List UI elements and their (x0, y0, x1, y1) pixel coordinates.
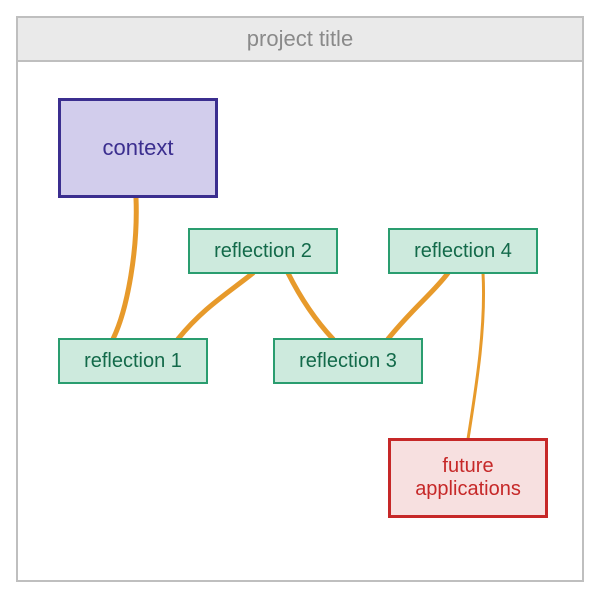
node-reflection-4-label: reflection 4 (414, 240, 512, 263)
node-reflection-2-label: reflection 2 (214, 240, 312, 263)
connector-context-r1 (113, 198, 136, 339)
node-context-label: context (103, 135, 174, 160)
node-future-label: future applications (399, 455, 537, 501)
node-reflection-2: reflection 2 (188, 228, 338, 274)
diagram-frame: project title context reflection 2 refle… (16, 16, 584, 582)
node-reflection-3: reflection 3 (273, 338, 423, 384)
node-context: context (58, 98, 218, 198)
connector-r4-future (468, 273, 484, 439)
node-reflection-1: reflection 1 (58, 338, 208, 384)
node-reflection-1-label: reflection 1 (84, 350, 182, 373)
title-bar: project title (18, 18, 582, 62)
connector-r3-r4 (388, 273, 448, 339)
node-reflection-4: reflection 4 (388, 228, 538, 274)
connector-r1-r2 (178, 273, 253, 339)
connector-r2-r3 (288, 273, 333, 339)
title-text: project title (247, 26, 353, 52)
node-reflection-3-label: reflection 3 (299, 350, 397, 373)
node-future: future applications (388, 438, 548, 518)
